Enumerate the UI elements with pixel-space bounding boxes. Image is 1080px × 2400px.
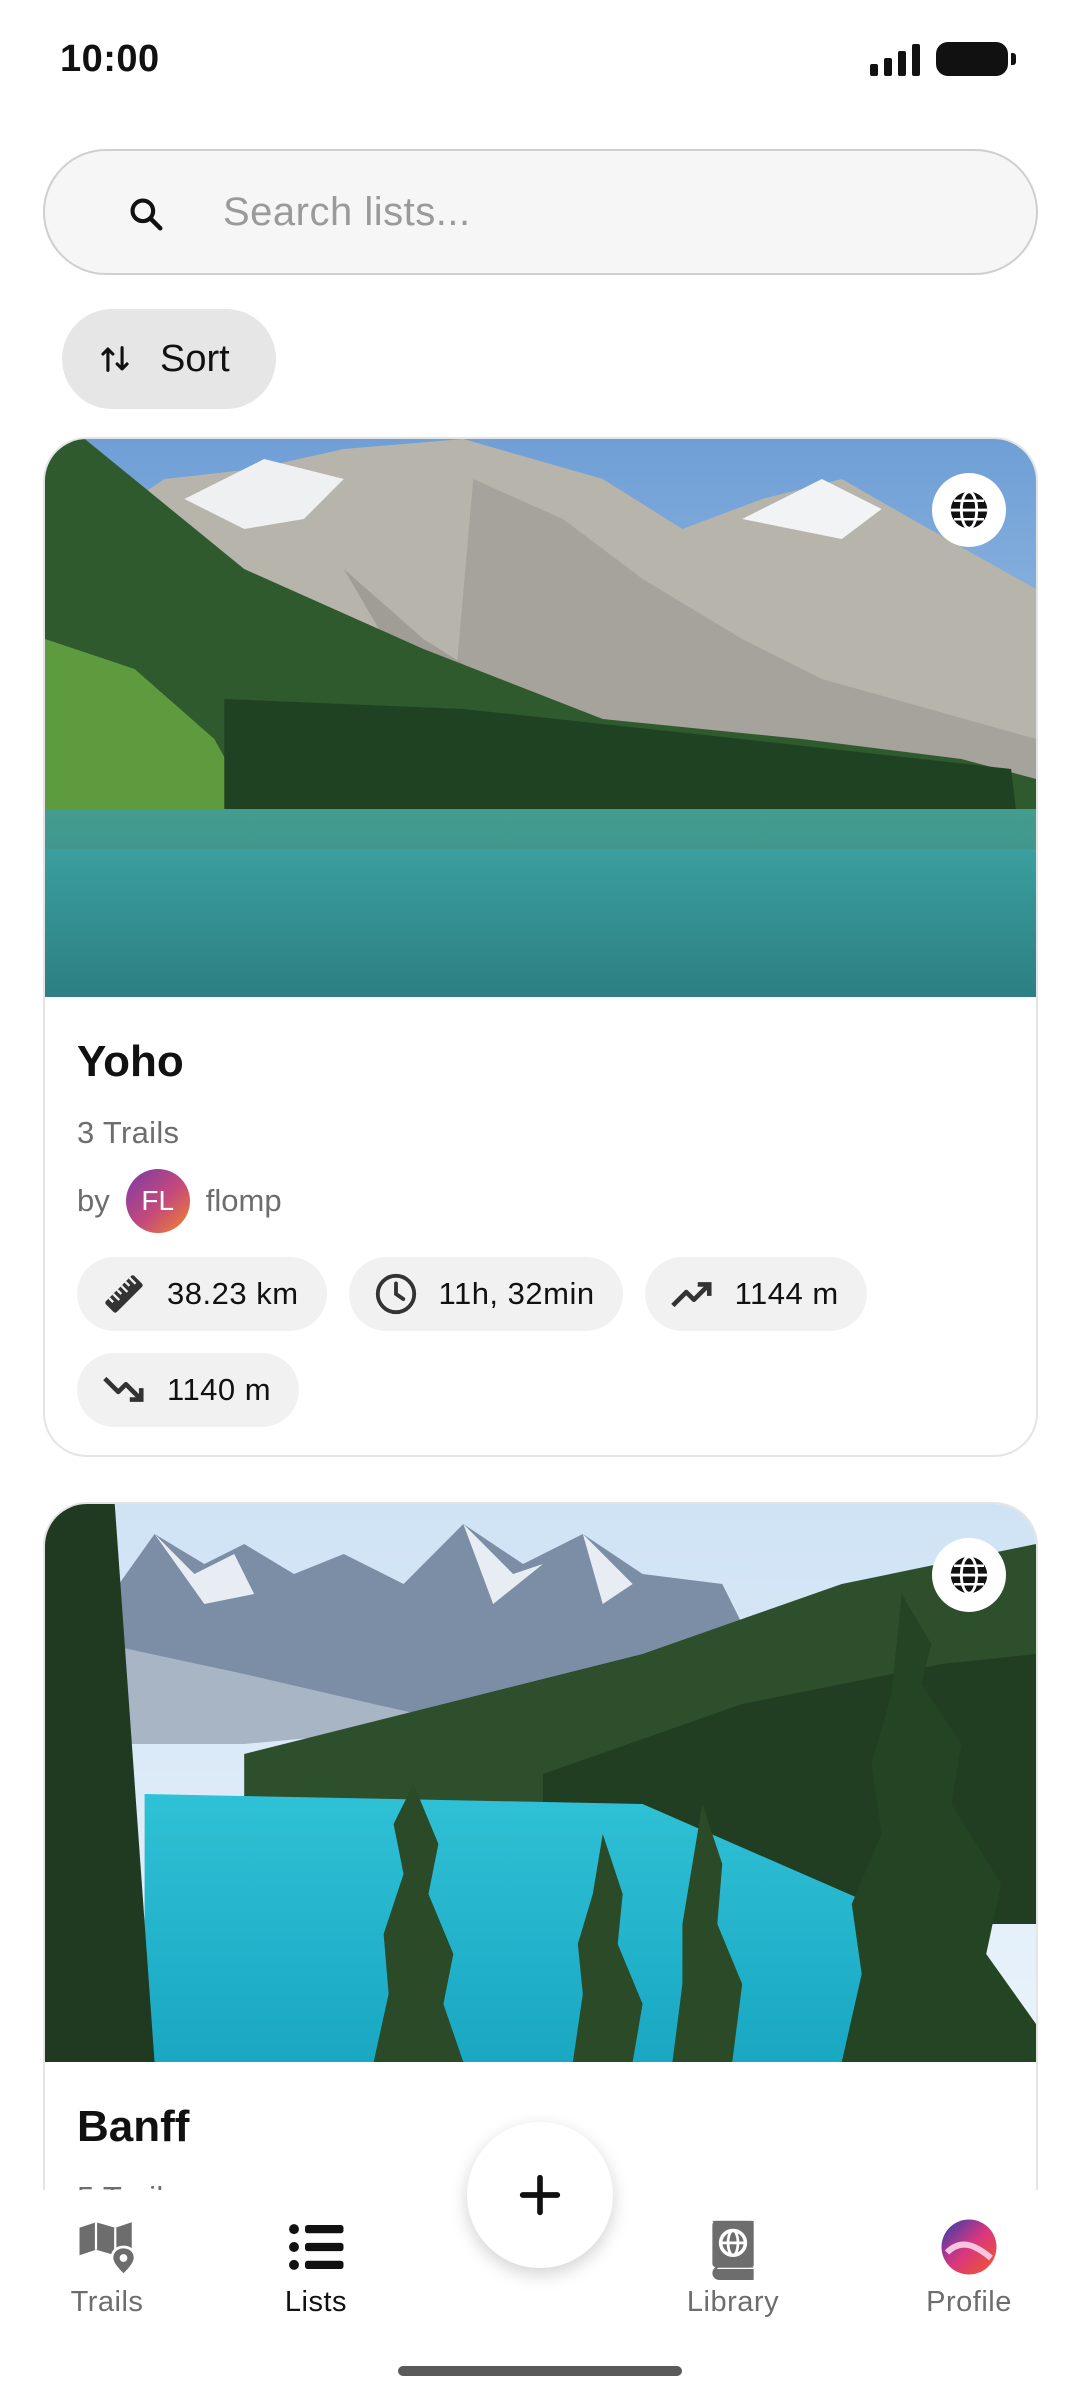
duration-chip: 11h, 32min [348,1257,623,1331]
nav-item-trails[interactable]: Trails [7,2214,207,2319]
lake-mountain-image [45,439,1036,997]
avatar: FL [125,1169,190,1233]
search-input[interactable] [223,189,983,235]
sort-button[interactable]: Sort [62,309,276,409]
avatar-icon [941,2219,997,2275]
plus-icon [519,2174,561,2216]
ruler-icon [105,1275,143,1313]
public-visibility-button[interactable] [932,1538,1006,1612]
nav-label: Trails [70,2286,144,2318]
nav-item-library[interactable]: Library [633,2214,833,2319]
nav-item-profile[interactable]: Profile [869,2214,1069,2319]
distance-chip: 38.23 km [77,1257,327,1331]
trending-down-icon [103,1376,144,1402]
stats-chips: 38.23 km 11h, 32min 1144 m 1140 m [77,1257,1017,1427]
nav-label: Library [686,2286,780,2318]
duration-value: 11h, 32min [438,1276,595,1311]
list-cover-image [45,1504,1036,2062]
list-author[interactable]: by FL flomp [77,1169,1004,1233]
search-bar[interactable] [43,149,1038,275]
globe-icon [950,1555,988,1595]
list-cover-image [45,439,1036,997]
nav-label: Profile [926,2286,1012,2318]
lake-mountain-image [45,1504,1036,2062]
ascent-value: 1144 m [734,1276,839,1311]
status-icons [870,42,1016,76]
sort-arrows-icon [101,346,129,372]
search-icon [130,198,163,231]
add-list-button[interactable] [467,2122,613,2268]
list-card[interactable]: Yoho 3 Trails by FL flomp 38.23 km 11h, … [43,437,1038,1457]
home-indicator[interactable] [398,2366,682,2376]
trending-up-icon [670,1282,712,1308]
trail-count: 3 Trails [77,1115,180,1150]
by-label: by [77,1183,110,1218]
list-title: Yoho [77,1037,184,1086]
nav-label: Lists [284,2286,348,2318]
descent-chip: 1140 m [77,1353,300,1427]
book-globe-icon [712,2220,754,2280]
distance-value: 38.23 km [167,1276,299,1311]
nav-item-lists[interactable]: Lists [216,2214,416,2319]
map-pin-icon [79,2222,137,2277]
descent-value: 1140 m [167,1372,272,1407]
status-bar: 10:00 [0,0,1080,120]
globe-icon [950,490,988,530]
battery-icon [936,42,1016,76]
clock-icon [375,1273,416,1315]
author-name: flomp [205,1183,282,1218]
list-icon [289,2224,344,2270]
status-time: 10:00 [60,38,160,80]
signal-icon [870,42,920,76]
public-visibility-button[interactable] [932,473,1006,547]
sort-label: Sort [160,337,230,380]
ascent-chip: 1144 m [644,1257,867,1331]
